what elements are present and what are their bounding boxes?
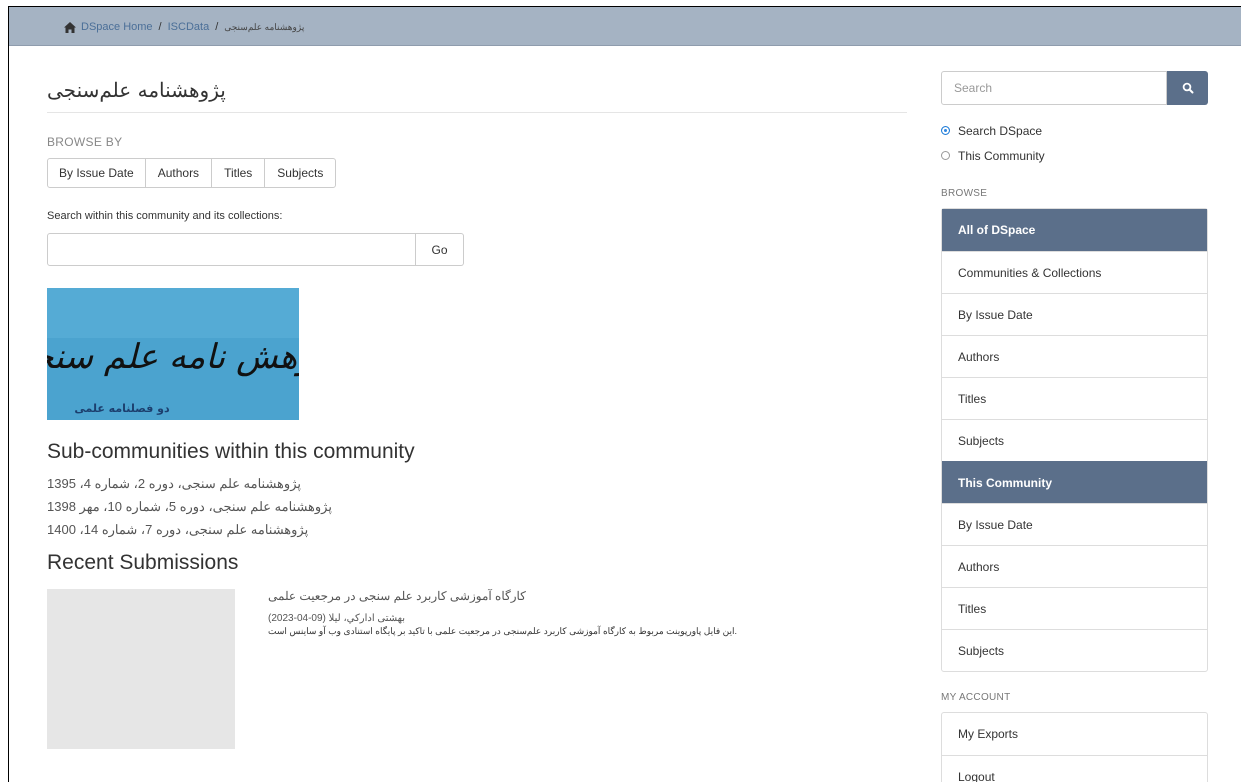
breadcrumb-current: پژوهشنامه علم‌سنجی — [224, 21, 305, 32]
browse-section-title: BROWSE — [941, 188, 988, 199]
my-exports-link[interactable]: My Exports — [942, 713, 1207, 755]
sidebar-search-form: Search — [941, 71, 1208, 105]
item-title-link[interactable]: کارگاه آموزشی کاربرد علم سنجی در مرجعیت … — [268, 589, 848, 603]
browse-by-issue-date-button[interactable]: By Issue Date — [47, 158, 146, 188]
item-meta: بهشتی اداركي، لیلا (09-04-2023) — [268, 613, 406, 624]
breadcrumb-separator: / — [215, 21, 219, 33]
sidebar-search-input[interactable]: Search — [941, 71, 1167, 105]
breadcrumb-separator: / — [158, 21, 162, 33]
recent-item: کارگاه آموزشی کاربرد علم سنجی در مرجعیت … — [47, 589, 907, 749]
radio-selected-icon — [941, 126, 950, 135]
communities-collections-link[interactable]: Communities & Collections — [942, 251, 1207, 293]
all-authors-link[interactable]: Authors — [942, 335, 1207, 377]
subcommunity-link[interactable]: پژوهشنامه علم سنجی، دوره 2، شماره 4، 139… — [47, 472, 907, 495]
browse-button-group: By Issue Date Authors Titles Subjects — [47, 158, 907, 188]
home-icon — [64, 21, 76, 33]
my-account-section-title: MY ACCOUNT — [941, 692, 1011, 703]
search-icon — [1182, 82, 1193, 94]
all-by-issue-date-link[interactable]: By Issue Date — [942, 293, 1207, 335]
subcommunities-heading: Sub-communities within this community — [47, 440, 415, 463]
logo-graphic: پژوهش نامه علم سنجی دو فصلنامه علمی — [47, 288, 299, 420]
logo-title-text: پژوهش نامه علم سنجی — [47, 337, 299, 377]
logo-subtitle-text: دو فصلنامه علمی — [74, 402, 170, 415]
subcommunity-link[interactable]: پژوهشنامه علم سنجی، دوره 5، شماره 10، مه… — [47, 495, 907, 518]
all-titles-link[interactable]: Titles — [942, 377, 1207, 419]
sidebar-search-button[interactable] — [1167, 71, 1208, 105]
breadcrumb-home-link[interactable]: DSpace Home — [81, 21, 153, 33]
scope-dspace-radio[interactable]: Search DSpace — [941, 118, 1208, 143]
community-authors-link[interactable]: Authors — [942, 545, 1207, 587]
subcommunity-link[interactable]: پژوهشنامه علم سنجی، دوره 7، شماره 14، 14… — [47, 518, 907, 541]
item-abstract: .این فایل پاورپوینت مربوط به کارگاه آموز… — [268, 626, 738, 636]
all-of-dspace-header: All of DSpace — [942, 209, 1207, 251]
logout-link[interactable]: Logout — [942, 755, 1207, 782]
browse-subjects-button[interactable]: Subjects — [264, 158, 337, 188]
community-by-issue-date-link[interactable]: By Issue Date — [942, 503, 1207, 545]
browse-by-label: BROWSE BY — [47, 135, 123, 149]
item-info: کارگاه آموزشی کاربرد علم سنجی در مرجعیت … — [268, 589, 848, 749]
radio-label: Search DSpace — [958, 123, 1043, 138]
account-list: My Exports Logout — [941, 712, 1208, 782]
main-content: پژوهشنامه علم‌سنجی BROWSE BY By Issue Da… — [47, 53, 907, 749]
radio-label: This Community — [958, 148, 1045, 163]
community-subjects-link[interactable]: Subjects — [942, 629, 1207, 671]
go-button[interactable]: Go — [416, 233, 464, 266]
scope-community-radio[interactable]: This Community — [941, 143, 1208, 168]
page-title: پژوهشنامه علم‌سنجی — [47, 53, 907, 113]
breadcrumb: DSpace Home / ISCData / پژوهشنامه علم‌سن… — [64, 21, 304, 33]
community-titles-link[interactable]: Titles — [942, 587, 1207, 629]
all-subjects-link[interactable]: Subjects — [942, 419, 1207, 461]
community-search-input[interactable] — [47, 233, 416, 266]
browse-titles-button[interactable]: Titles — [211, 158, 266, 188]
community-logo: پژوهش نامه علم سنجی دو فصلنامه علمی — [47, 288, 299, 420]
subcommunities-list: پژوهشنامه علم سنجی، دوره 2، شماره 4، 139… — [47, 472, 907, 541]
browse-authors-button[interactable]: Authors — [144, 158, 213, 188]
search-scope-options: Search DSpace This Community — [941, 118, 1208, 168]
this-community-header: This Community — [942, 461, 1207, 503]
page-frame: DSpace Home / ISCData / پژوهشنامه علم‌سن… — [8, 6, 1241, 782]
item-thumbnail[interactable] — [47, 589, 235, 749]
community-search-form: Go — [47, 233, 907, 266]
community-search-label: Search within this community and its col… — [47, 210, 283, 222]
sidebar: Search Search DSpace This Community BROW… — [941, 71, 1208, 782]
breadcrumb-bar: DSpace Home / ISCData / پژوهشنامه علم‌سن… — [9, 7, 1241, 46]
browse-list: All of DSpace Communities & Collections … — [941, 208, 1208, 672]
radio-unselected-icon — [941, 151, 950, 160]
breadcrumb-iscdata-link[interactable]: ISCData — [168, 21, 210, 33]
recent-submissions-heading: Recent Submissions — [47, 551, 239, 574]
